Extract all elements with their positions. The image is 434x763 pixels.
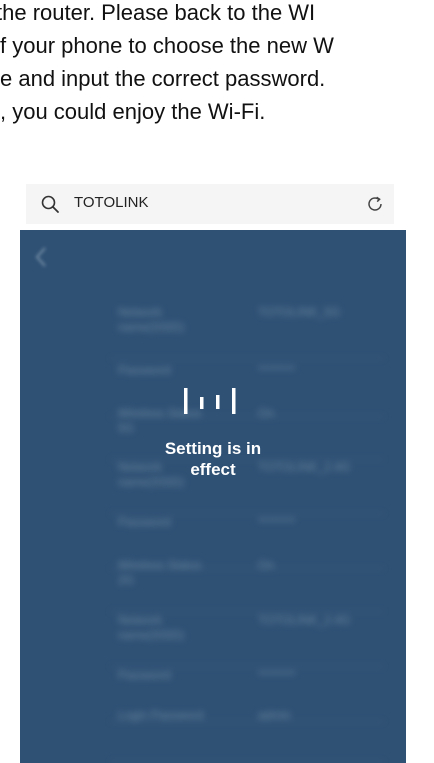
form-row: Network name(SSID) TOTOLINK_2.4G	[20, 613, 406, 673]
search-icon[interactable]	[40, 194, 60, 214]
form-value: TOTOLINK_5G	[258, 305, 341, 319]
blurred-settings-form: Network name(SSID) TOTOLINK_5G Password …	[20, 230, 406, 763]
form-row: Network name(SSID) TOTOLINK_5G	[20, 305, 406, 365]
form-value: ********	[258, 515, 296, 529]
row-divider	[110, 666, 384, 667]
form-value: TOTOLINK_2.4G	[258, 613, 351, 627]
row-divider	[110, 611, 384, 612]
form-label: Password	[118, 363, 171, 377]
form-label: Wireless Status 2G	[118, 558, 202, 587]
instruction-line-1: the router. Please back to the WI	[0, 0, 316, 25]
refresh-icon[interactable]	[366, 195, 384, 213]
row-divider	[110, 761, 384, 762]
form-row: Wireless Status 2G On	[20, 558, 406, 618]
search-query-text[interactable]: TOTOLINK	[74, 194, 148, 211]
form-label: Network name(SSID)	[118, 305, 185, 334]
loading-indicator-icon	[184, 388, 236, 414]
status-message: Setting is in effect	[164, 439, 262, 479]
row-divider	[110, 358, 384, 359]
loading-overlay: Setting is in effect	[130, 380, 296, 490]
form-row: Login Password admin	[20, 708, 406, 763]
form-value: ********	[258, 363, 296, 377]
form-value: On	[258, 558, 275, 572]
phone-screen: Network name(SSID) TOTOLINK_5G Password …	[20, 230, 406, 763]
form-label: Password	[118, 515, 171, 529]
form-value: ********	[258, 668, 296, 682]
form-label: Password	[118, 668, 171, 682]
row-divider	[110, 513, 384, 514]
instruction-line-2: f your phone to choose the new W	[0, 33, 334, 58]
form-value: admin	[258, 708, 291, 722]
instruction-line-3: e and input the correct password.	[0, 66, 326, 91]
instruction-line-4: , you could enjoy the Wi-Fi.	[0, 99, 266, 124]
form-label: Login Password	[118, 708, 204, 722]
form-label: Network name(SSID)	[118, 613, 185, 642]
browser-search-bar[interactable]: TOTOLINK	[26, 184, 394, 224]
